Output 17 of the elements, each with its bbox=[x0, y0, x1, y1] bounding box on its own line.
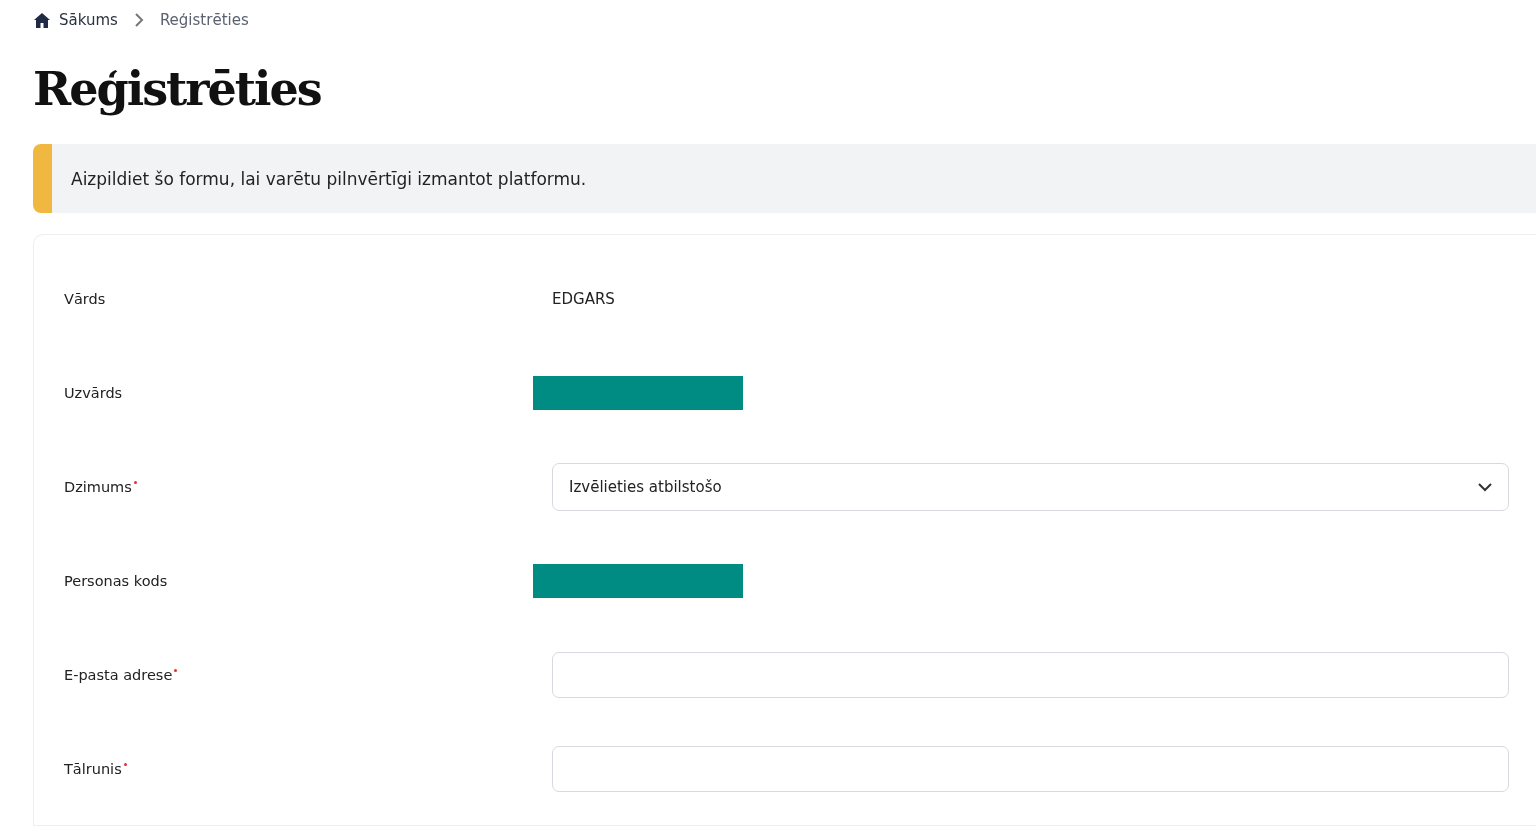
chevron-icon bbox=[133, 13, 144, 27]
page-title: Reģistrēties bbox=[33, 61, 322, 118]
field-label: Vārds bbox=[64, 291, 106, 307]
field-label: Uzvārds bbox=[64, 385, 123, 401]
field-label: Dzimums bbox=[64, 479, 132, 495]
breadcrumb-link[interactable]: Sākums bbox=[33, 11, 118, 29]
field-label: Personas kods bbox=[64, 573, 168, 589]
caret-icon bbox=[1478, 482, 1492, 492]
home-icon bbox=[34, 12, 50, 28]
input-field[interactable] bbox=[552, 746, 1509, 792]
field-label: Tālrunis bbox=[64, 761, 122, 777]
input-field[interactable] bbox=[552, 652, 1509, 698]
gender-select[interactable]: Izvēlieties atbilstošo bbox=[552, 463, 1509, 511]
field-value: EDGARS bbox=[552, 290, 615, 308]
notice-text: Aizpildiet šo formu, lai varētu pilnvērtīgi izmantot platformu. bbox=[71, 168, 587, 189]
field-label: E-pasta adrese bbox=[64, 667, 173, 683]
breadcrumb-link[interactable]: Reģistrēties bbox=[159, 11, 249, 29]
